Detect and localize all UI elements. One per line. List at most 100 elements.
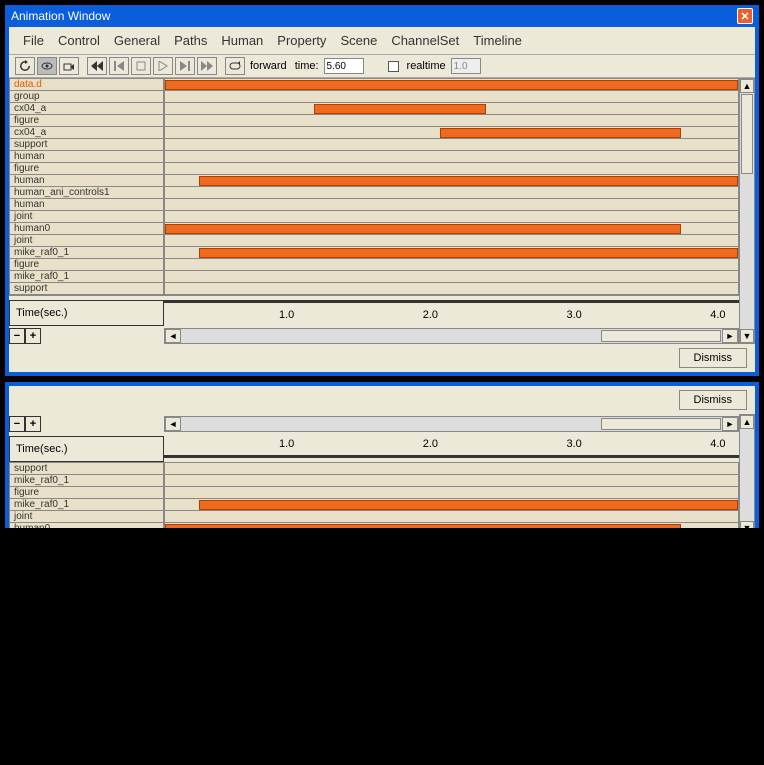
- timeline-area-2[interactable]: [164, 462, 739, 529]
- speed-input[interactable]: [451, 58, 481, 74]
- timeline-row[interactable]: [165, 499, 738, 511]
- timeline-row[interactable]: [165, 283, 738, 295]
- track-label[interactable]: figure: [10, 115, 163, 127]
- scroll-up-icon-2[interactable]: ▲: [740, 415, 754, 429]
- menu-file[interactable]: File: [17, 31, 50, 50]
- h-scrollbar-2[interactable]: ◄ ►: [164, 416, 739, 432]
- timeline-row[interactable]: [165, 247, 738, 259]
- stop-icon[interactable]: [131, 57, 151, 75]
- track-label[interactable]: cx04_a: [10, 127, 163, 139]
- timeline-row[interactable]: [165, 199, 738, 211]
- menu-human[interactable]: Human: [215, 31, 269, 50]
- track-label[interactable]: human0: [10, 223, 163, 235]
- timeline-row[interactable]: [165, 223, 738, 235]
- timeline-row[interactable]: [165, 463, 738, 475]
- step-fwd-icon[interactable]: [175, 57, 195, 75]
- timeline-area[interactable]: [164, 78, 739, 296]
- track-label[interactable]: data.d: [10, 79, 163, 91]
- timeline-row[interactable]: [165, 175, 738, 187]
- zoom-in-button[interactable]: +: [25, 328, 41, 344]
- timeline-row[interactable]: [165, 79, 738, 91]
- refresh-icon[interactable]: [15, 57, 35, 75]
- scroll-thumb[interactable]: [741, 94, 753, 174]
- track-label[interactable]: support: [10, 283, 163, 295]
- track-label[interactable]: figure: [10, 487, 163, 499]
- titlebar[interactable]: Animation Window ✕: [5, 5, 759, 27]
- h-scrollbar[interactable]: ◄ ►: [164, 328, 739, 344]
- ffwd-icon[interactable]: [197, 57, 217, 75]
- track-label[interactable]: support: [10, 463, 163, 475]
- track-label[interactable]: figure: [10, 259, 163, 271]
- timeline-row[interactable]: [165, 127, 738, 139]
- rewind-icon[interactable]: [87, 57, 107, 75]
- timeline-row[interactable]: [165, 163, 738, 175]
- timeline-row[interactable]: [165, 271, 738, 283]
- menu-general[interactable]: General: [108, 31, 166, 50]
- timeline-row[interactable]: [165, 487, 738, 499]
- clip-bar[interactable]: [165, 224, 681, 234]
- v-scrollbar-2[interactable]: ▲ ▼: [739, 414, 755, 529]
- track-label[interactable]: support: [10, 139, 163, 151]
- scroll-right-icon[interactable]: ►: [722, 329, 738, 343]
- clip-bar[interactable]: [199, 500, 738, 510]
- menu-channelset[interactable]: ChannelSet: [385, 31, 465, 50]
- timeline-row[interactable]: [165, 511, 738, 523]
- close-icon[interactable]: ✕: [737, 8, 753, 24]
- zoom-in-button-2[interactable]: +: [25, 416, 41, 432]
- track-label[interactable]: mike_raf0_1: [10, 271, 163, 283]
- track-label[interactable]: human: [10, 199, 163, 211]
- eye-icon[interactable]: [37, 57, 57, 75]
- zoom-out-button[interactable]: −: [9, 328, 25, 344]
- timeline-row[interactable]: [165, 187, 738, 199]
- timeline-row[interactable]: [165, 91, 738, 103]
- menu-paths[interactable]: Paths: [168, 31, 213, 50]
- timeline-row[interactable]: [165, 151, 738, 163]
- zoom-out-button-2[interactable]: −: [9, 416, 25, 432]
- timeline-row[interactable]: [165, 103, 738, 115]
- camera-icon[interactable]: [59, 57, 79, 75]
- clip-bar[interactable]: [165, 80, 738, 90]
- scroll-thumb[interactable]: [601, 330, 721, 342]
- track-label[interactable]: group: [10, 91, 163, 103]
- menu-timeline[interactable]: Timeline: [467, 31, 528, 50]
- track-label[interactable]: mike_raf0_1: [10, 499, 163, 511]
- track-label[interactable]: human_ani_controls1: [10, 187, 163, 199]
- track-label[interactable]: human0: [10, 523, 163, 529]
- track-label[interactable]: figure: [10, 163, 163, 175]
- timeline-row[interactable]: [165, 139, 738, 151]
- track-label[interactable]: joint: [10, 511, 163, 523]
- menu-control[interactable]: Control: [52, 31, 106, 50]
- menu-scene[interactable]: Scene: [334, 31, 383, 50]
- scroll-left-icon-2[interactable]: ◄: [165, 417, 181, 431]
- track-label[interactable]: joint: [10, 235, 163, 247]
- clip-bar[interactable]: [199, 176, 738, 186]
- scroll-left-icon[interactable]: ◄: [165, 329, 181, 343]
- timeline-row[interactable]: [165, 475, 738, 487]
- clip-bar[interactable]: [314, 104, 486, 114]
- play-icon[interactable]: [153, 57, 173, 75]
- timeline-row[interactable]: [165, 523, 738, 529]
- track-label[interactable]: human: [10, 151, 163, 163]
- clip-bar[interactable]: [165, 524, 681, 529]
- v-scrollbar[interactable]: ▲ ▼: [739, 78, 755, 344]
- track-label[interactable]: joint: [10, 211, 163, 223]
- scroll-thumb-2[interactable]: [601, 418, 721, 430]
- timeline-row[interactable]: [165, 259, 738, 271]
- track-label[interactable]: mike_raf0_1: [10, 475, 163, 487]
- track-label[interactable]: human: [10, 175, 163, 187]
- scroll-up-icon[interactable]: ▲: [740, 79, 754, 93]
- track-label[interactable]: mike_raf0_1: [10, 247, 163, 259]
- scroll-right-icon-2[interactable]: ►: [722, 417, 738, 431]
- clip-bar[interactable]: [440, 128, 681, 138]
- dismiss-button[interactable]: Dismiss: [679, 348, 748, 368]
- timeline-row[interactable]: [165, 211, 738, 223]
- time-input[interactable]: [324, 58, 364, 74]
- loop-icon[interactable]: [225, 57, 245, 75]
- realtime-checkbox[interactable]: [388, 61, 399, 72]
- menu-property[interactable]: Property: [271, 31, 332, 50]
- timeline-row[interactable]: [165, 115, 738, 127]
- dismiss-button-2[interactable]: Dismiss: [679, 390, 748, 410]
- track-label[interactable]: cx04_a: [10, 103, 163, 115]
- clip-bar[interactable]: [199, 248, 738, 258]
- scroll-down-icon-2[interactable]: ▼: [740, 521, 754, 529]
